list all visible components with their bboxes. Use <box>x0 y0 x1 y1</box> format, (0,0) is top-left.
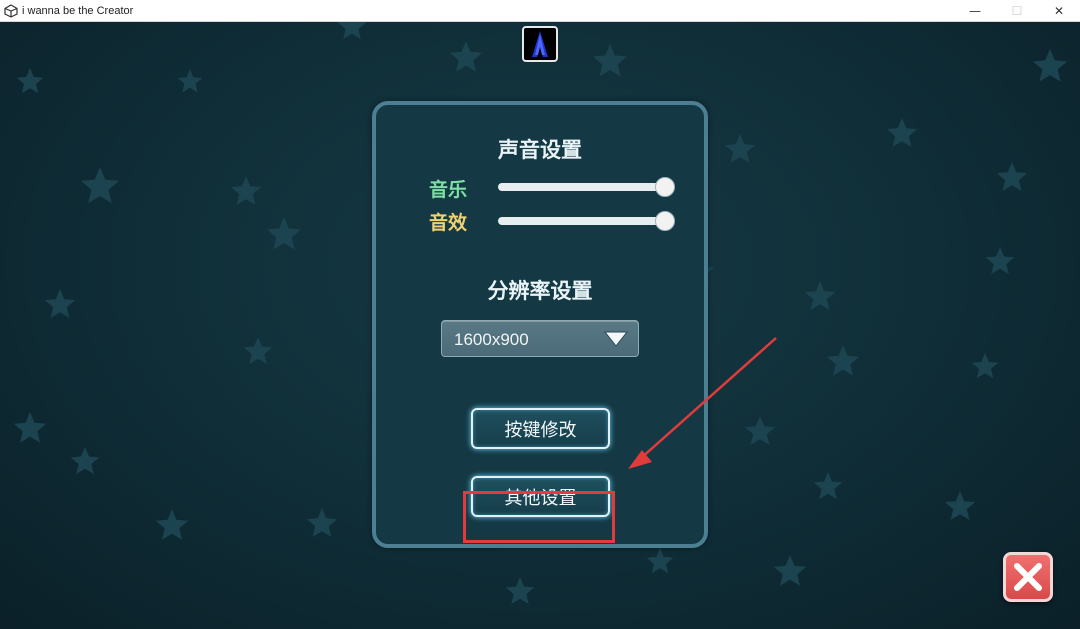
background-star <box>306 508 338 537</box>
background-star <box>16 68 44 94</box>
settings-panel: 声音设置 音乐 音效 分辨率设置 1600x900 按键修改 其他设置 <box>372 101 708 548</box>
background-star <box>1032 49 1068 82</box>
triangle-down-icon <box>604 331 628 347</box>
unity-icon <box>4 3 18 18</box>
minimize-button[interactable]: — <box>954 0 996 22</box>
other-settings-button[interactable]: 其他设置 <box>471 476 610 517</box>
background-star <box>773 555 807 586</box>
background-star <box>971 353 999 379</box>
background-star <box>826 345 860 376</box>
background-star <box>592 44 628 77</box>
close-settings-button[interactable] <box>1003 552 1053 602</box>
background-star <box>944 491 976 520</box>
music-slider-handle[interactable] <box>655 177 675 197</box>
background-star <box>505 577 535 605</box>
sfx-label: 音效 <box>429 212 468 234</box>
music-label: 音乐 <box>429 179 468 201</box>
background-star <box>13 412 47 443</box>
character-portrait-icon <box>522 26 558 62</box>
sfx-slider-track[interactable] <box>498 217 668 225</box>
background-star <box>646 548 674 574</box>
background-star <box>985 247 1015 275</box>
window-title: i wanna be the Creator <box>22 4 134 17</box>
background-star <box>813 472 843 500</box>
game-viewport: 声音设置 音乐 音效 分辨率设置 1600x900 按键修改 其他设置 <box>0 22 1080 629</box>
music-slider-track[interactable] <box>498 183 668 191</box>
background-star <box>243 337 273 365</box>
window-titlebar: i wanna be the Creator — ☐ ✕ <box>0 0 1080 22</box>
background-star <box>44 289 76 318</box>
background-star <box>886 118 918 147</box>
background-star <box>337 22 367 40</box>
background-star <box>81 167 119 204</box>
key-binding-button[interactable]: 按键修改 <box>471 408 610 449</box>
background-star <box>230 176 262 205</box>
window-controls: — ☐ ✕ <box>954 0 1080 22</box>
background-star <box>996 162 1028 191</box>
background-star <box>70 447 100 475</box>
background-star <box>724 134 756 163</box>
background-star <box>804 281 836 310</box>
background-star <box>266 217 302 250</box>
background-star <box>744 416 776 445</box>
resolution-dropdown[interactable]: 1600x900 <box>441 320 639 357</box>
close-x-icon <box>1014 563 1042 591</box>
resolution-settings-heading: 分辨率设置 <box>487 279 593 303</box>
background-star <box>155 509 189 540</box>
resolution-value: 1600x900 <box>454 330 529 349</box>
background-star <box>449 41 483 72</box>
sound-settings-heading: 声音设置 <box>498 138 582 162</box>
close-window-button[interactable]: ✕ <box>1038 0 1080 22</box>
maximize-button[interactable]: ☐ <box>996 0 1038 22</box>
sfx-slider-handle[interactable] <box>655 211 675 231</box>
background-star <box>177 69 203 93</box>
